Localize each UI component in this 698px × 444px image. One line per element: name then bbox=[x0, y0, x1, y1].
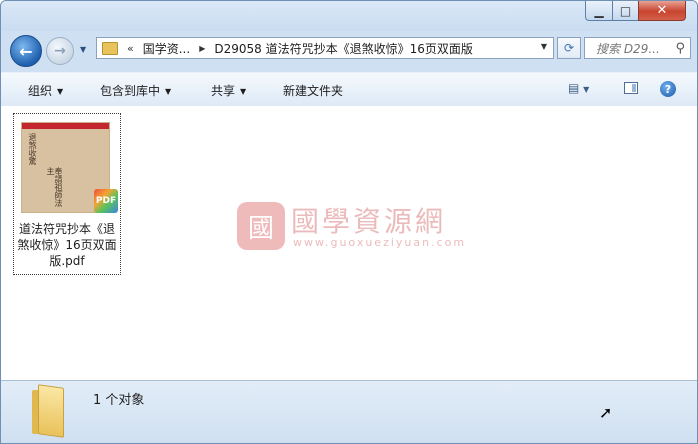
share-label: 共享 bbox=[211, 84, 236, 98]
command-bar: 组织 ▼ 包含到库中 ▼ 共享 ▼ 新建文件夹 ▤ ▼ ? bbox=[1, 72, 697, 107]
maximize-button[interactable]: □ bbox=[612, 1, 639, 21]
item-count: 1 个对象 bbox=[93, 393, 145, 408]
search-icon: ⚲ bbox=[675, 41, 685, 56]
forward-button[interactable]: → bbox=[46, 37, 74, 65]
new-folder-label: 新建文件夹 bbox=[283, 84, 344, 98]
chevron-down-icon: ▼ bbox=[240, 87, 247, 96]
back-arrow-icon: ← bbox=[19, 41, 33, 61]
share-menu[interactable]: 共享 ▼ bbox=[211, 82, 246, 99]
close-icon: ✕ bbox=[656, 3, 668, 18]
details-pane: 1 个对象 ➚ bbox=[1, 380, 697, 443]
folder-icon bbox=[102, 41, 118, 55]
minimize-button[interactable]: ▁ bbox=[585, 1, 613, 21]
search-input[interactable]: 搜索 D29... ⚲ bbox=[584, 37, 691, 59]
chevron-down-icon: ▼ bbox=[165, 87, 172, 96]
new-folder-button[interactable]: 新建文件夹 bbox=[283, 82, 343, 99]
forward-arrow-icon: → bbox=[54, 43, 66, 59]
watermark-url: www.guoxueziyuan.com bbox=[293, 236, 467, 249]
preview-pane-icon[interactable] bbox=[624, 82, 638, 94]
refresh-button[interactable]: ⟳ bbox=[557, 37, 581, 59]
breadcrumb-current[interactable]: D29058 道法符咒抄本《退煞收惊》16页双面版 bbox=[214, 40, 473, 57]
thumbnail-header-strip bbox=[22, 123, 109, 129]
refresh-icon: ⟳ bbox=[563, 41, 575, 55]
file-item[interactable]: 退煞收驚 奉請祖師法主 PDF 道法符咒抄本《退煞收惊》16页双面版.pdf bbox=[13, 113, 121, 275]
address-dropdown-icon[interactable]: ▼ bbox=[541, 42, 547, 51]
maximize-icon: □ bbox=[619, 3, 632, 18]
thumbnail-text: 退煞收驚 bbox=[28, 133, 37, 165]
explorer-window: ▁ □ ✕ ← → ▼ « 国学资... ▶ D29058 道法符咒抄本《退煞收… bbox=[0, 0, 698, 444]
mouse-cursor-icon: ➚ bbox=[599, 403, 613, 422]
title-bar: ▁ □ ✕ bbox=[1, 1, 697, 31]
file-list-area[interactable]: 退煞收驚 奉請祖師法主 PDF 道法符咒抄本《退煞收惊》16页双面版.pdf 國… bbox=[1, 106, 697, 380]
back-button[interactable]: ← bbox=[10, 35, 42, 67]
thumbnail-text: 奉請祖師法主 bbox=[46, 167, 63, 207]
pdf-icon: PDF bbox=[94, 189, 118, 213]
help-icon[interactable]: ? bbox=[660, 81, 676, 97]
breadcrumb-item[interactable]: 国学资... bbox=[143, 40, 190, 57]
file-name[interactable]: 道法符咒抄本《退煞收惊》16页双面版.pdf bbox=[14, 221, 120, 269]
watermark: 國 國學資源網 www.guoxueziyuan.com bbox=[237, 198, 467, 258]
search-placeholder: 搜索 D29... bbox=[596, 41, 660, 56]
organize-menu[interactable]: 组织 ▼ bbox=[28, 82, 63, 99]
chevron-down-icon: ▼ bbox=[57, 87, 64, 96]
watermark-logo: 國 bbox=[237, 202, 285, 250]
recent-pages-dropdown-icon[interactable]: ▼ bbox=[80, 45, 86, 54]
close-button[interactable]: ✕ bbox=[638, 1, 686, 21]
include-in-library-label: 包含到库中 bbox=[100, 84, 161, 98]
organize-label: 组织 bbox=[28, 84, 53, 98]
folder-icon bbox=[32, 384, 72, 438]
breadcrumb-separator-icon[interactable]: ▶ bbox=[199, 44, 205, 53]
minimize-icon: ▁ bbox=[594, 3, 604, 18]
views-icon[interactable]: ▤ ▼ bbox=[568, 81, 589, 95]
address-bar[interactable]: « 国学资... ▶ D29058 道法符咒抄本《退煞收惊》16页双面版 ▼ bbox=[96, 37, 554, 59]
navigation-bar: ← → ▼ « 国学资... ▶ D29058 道法符咒抄本《退煞收惊》16页双… bbox=[1, 31, 697, 67]
breadcrumb-overflow-icon[interactable]: « bbox=[127, 42, 134, 55]
watermark-title: 國學資源網 bbox=[291, 205, 447, 238]
include-in-library-menu[interactable]: 包含到库中 ▼ bbox=[100, 82, 171, 99]
